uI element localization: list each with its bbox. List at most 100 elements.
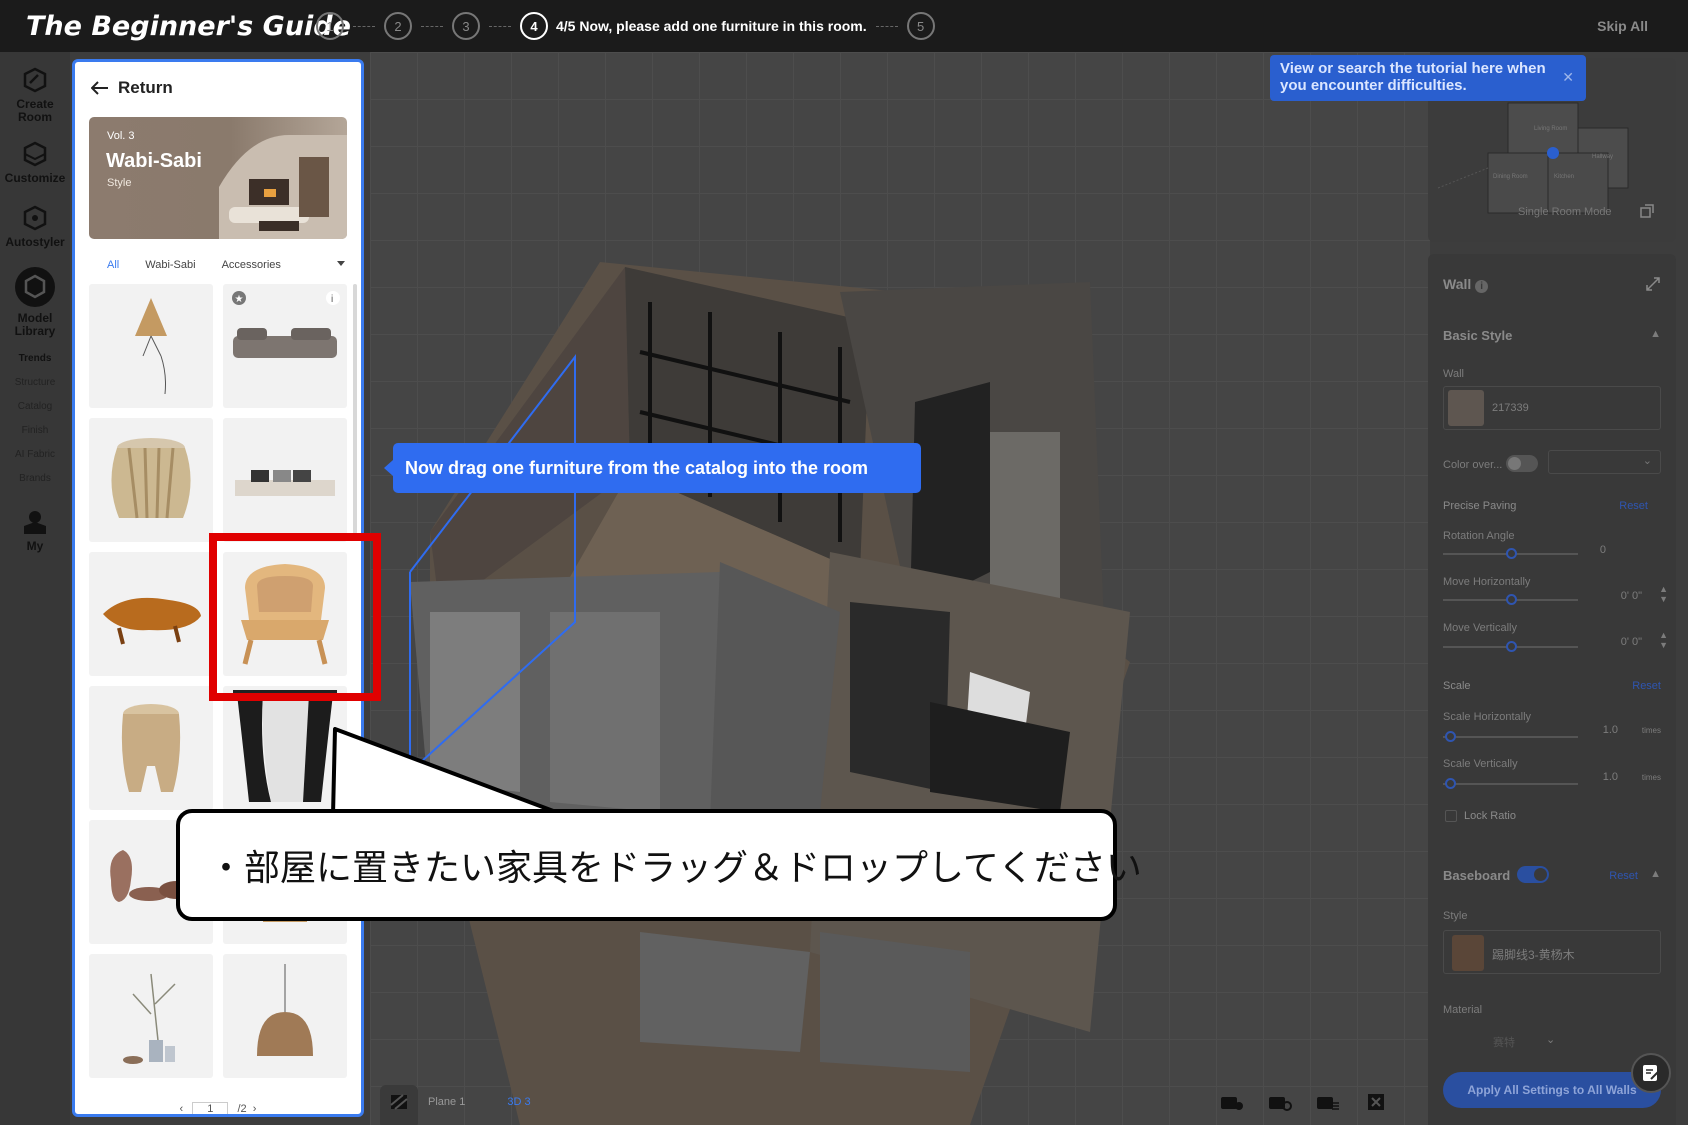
rail-trends[interactable]: Trends xyxy=(0,353,70,364)
color-override-toggle[interactable] xyxy=(1506,455,1538,472)
move-h-value[interactable]: 0' 0" xyxy=(1621,590,1642,602)
apply-all-walls-button[interactable]: Apply All Settings to All Walls xyxy=(1443,1072,1661,1108)
model-tile-sofa[interactable]: ★ i xyxy=(223,284,347,408)
model-tile-wood-table[interactable] xyxy=(89,552,213,676)
paving-reset-link[interactable]: Reset xyxy=(1619,500,1648,512)
view-mode-bar: Plane 1 3D 3 xyxy=(380,1085,573,1119)
tab-all[interactable]: All xyxy=(107,259,119,271)
slider-knob[interactable] xyxy=(1445,778,1456,789)
plane-view-tab[interactable]: Plane 1 xyxy=(428,1096,465,1108)
3d-viewport[interactable]: Plane 1 3D 3 xyxy=(370,52,1430,1125)
scale-v-slider[interactable] xyxy=(1443,778,1578,789)
floor-toggle-button[interactable] xyxy=(380,1085,418,1119)
lock-ratio-checkbox[interactable] xyxy=(1445,810,1457,822)
scale-vertically-label: Scale Vertically xyxy=(1443,758,1518,770)
model-tile-branch-vase[interactable] xyxy=(89,954,213,1078)
baseboard-toggle[interactable] xyxy=(1517,866,1549,883)
page-input[interactable]: 1 xyxy=(192,1102,229,1114)
skip-all-button[interactable]: Skip All xyxy=(1597,18,1648,34)
banner-style-name: Wabi-Sabi xyxy=(106,150,202,172)
chevron-down-icon: ⌄ xyxy=(1642,455,1652,467)
baseboard-reset-link[interactable]: Reset xyxy=(1609,870,1638,882)
basic-style-heading: Basic Style xyxy=(1443,328,1513,343)
customize-button[interactable]: Customize xyxy=(0,140,70,185)
rail-brands[interactable]: Brands xyxy=(0,473,70,484)
camera-add-button[interactable] xyxy=(1212,1085,1252,1119)
customize-label: Customize xyxy=(4,171,66,185)
step-1[interactable]: 1 xyxy=(316,12,344,40)
slider-knob[interactable] xyxy=(1445,731,1456,742)
rail-structure[interactable]: Structure xyxy=(0,377,70,388)
autostyler-button[interactable]: Autostyler xyxy=(0,204,70,249)
rotation-value[interactable]: 0 xyxy=(1600,544,1606,556)
tab-accessories[interactable]: Accessories xyxy=(222,259,281,271)
model-tile-daybed[interactable] xyxy=(223,418,347,542)
prev-page-icon[interactable]: ‹ xyxy=(180,1103,184,1114)
move-v-stepper[interactable]: ▲ ▼ xyxy=(1659,630,1668,650)
move-h-slider[interactable] xyxy=(1443,594,1578,605)
close-icon[interactable]: ✕ xyxy=(1562,69,1574,86)
wabi-sabi-banner[interactable]: Vol. 3 Wabi-Sabi Style xyxy=(89,117,347,239)
expand-panel-icon[interactable] xyxy=(1645,276,1661,292)
fullscreen-button[interactable] xyxy=(1356,1085,1396,1119)
rail-finish[interactable]: Finish xyxy=(0,425,70,436)
model-tile-rattan-stool[interactable] xyxy=(89,418,213,542)
scale-reset-link[interactable]: Reset xyxy=(1632,680,1661,692)
rotation-slider[interactable] xyxy=(1443,548,1578,559)
camera-list-button[interactable] xyxy=(1308,1085,1348,1119)
wall-properties-panel: Wall i Basic Style ▲ Wall 217339 Color o… xyxy=(1428,254,1676,1125)
collapse-caret-icon[interactable]: ▲ xyxy=(1650,328,1661,340)
collapse-caret-icon[interactable]: ▲ xyxy=(1650,868,1661,880)
chevron-double-down-icon[interactable]: ⌄ xyxy=(1546,1033,1555,1046)
feedback-button[interactable] xyxy=(1631,1053,1671,1093)
wall-material-picker[interactable]: 217339 xyxy=(1443,386,1661,430)
model-library-button[interactable]: Model Library xyxy=(0,266,70,338)
wood-slab-table-thumbnail xyxy=(103,597,201,645)
return-button[interactable]: Return xyxy=(91,78,173,98)
step-divider xyxy=(421,25,443,27)
scale-h-slider[interactable] xyxy=(1443,731,1578,742)
move-h-stepper[interactable]: ▲ ▼ xyxy=(1659,584,1668,604)
single-room-mode-label[interactable]: Single Room Mode xyxy=(1518,206,1612,218)
my-label: My xyxy=(26,539,44,553)
step-divider xyxy=(875,25,898,27)
model-tile-curtains[interactable] xyxy=(223,686,347,810)
create-room-button[interactable]: Create Room xyxy=(0,66,70,124)
panel-title-text: Wall xyxy=(1443,276,1472,292)
camera-gear-icon xyxy=(1269,1097,1292,1111)
expand-icon xyxy=(1368,1094,1384,1110)
panel-title: Wall i xyxy=(1443,276,1489,293)
3d-view-tab[interactable]: 3D 3 xyxy=(507,1096,530,1108)
step-3[interactable]: 3 xyxy=(452,12,480,40)
slider-knob[interactable] xyxy=(1506,641,1517,652)
rail-catalog[interactable]: Catalog xyxy=(0,401,70,412)
model-tile-stump-stool[interactable] xyxy=(89,686,213,810)
slider-knob[interactable] xyxy=(1506,594,1517,605)
catalog-scrollbar[interactable] xyxy=(353,284,357,534)
scale-v-value[interactable]: 1.0 xyxy=(1603,771,1618,783)
move-v-value[interactable]: 0' 0" xyxy=(1621,636,1642,648)
rail-ai-fabric[interactable]: AI Fabric xyxy=(0,449,70,460)
slider-knob[interactable] xyxy=(1506,548,1517,559)
baseboard-style-picker[interactable]: 踢脚线3-黄杨木 xyxy=(1443,930,1661,974)
model-tile-pendant-lamp[interactable] xyxy=(223,954,347,1078)
tab-wabi-sabi[interactable]: Wabi-Sabi xyxy=(145,259,195,271)
step-4[interactable]: 4 xyxy=(520,12,548,40)
rattan-stool-thumbnail xyxy=(111,438,191,519)
step-2[interactable]: 2 xyxy=(384,12,412,40)
step-5[interactable]: 5 xyxy=(906,12,935,40)
drag-instruction-tooltip-overlay: Now drag one furniture from the catalog … xyxy=(384,443,921,493)
scale-h-value[interactable]: 1.0 xyxy=(1603,724,1618,736)
material-value[interactable]: 赛特 xyxy=(1493,1034,1515,1050)
my-button[interactable]: My xyxy=(0,508,70,553)
chevron-down-icon[interactable] xyxy=(337,261,345,266)
camera-settings-button[interactable] xyxy=(1260,1085,1300,1119)
minimap-room-dining: Dining Room xyxy=(1493,174,1528,180)
color-select[interactable]: ⌄ xyxy=(1548,450,1661,474)
move-v-slider[interactable] xyxy=(1443,641,1578,652)
svg-text:★: ★ xyxy=(235,294,244,305)
popout-icon[interactable] xyxy=(1640,204,1654,218)
info-icon[interactable]: i xyxy=(1475,280,1489,293)
model-tile-lamp[interactable] xyxy=(89,284,213,408)
next-page-icon[interactable]: › xyxy=(250,1103,257,1114)
